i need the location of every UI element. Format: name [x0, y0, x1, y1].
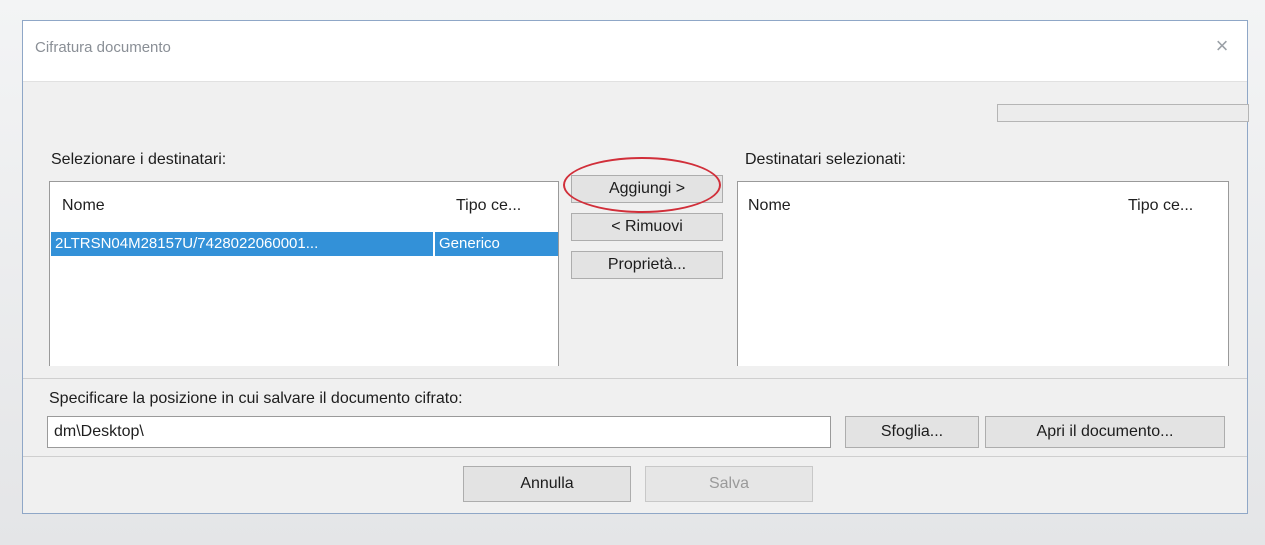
column-name-header[interactable]: Nome: [748, 197, 791, 215]
progress-area: [23, 81, 1249, 132]
section-divider: [23, 378, 1247, 379]
close-icon[interactable]: ×: [1211, 35, 1233, 57]
section-divider: [23, 456, 1247, 457]
properties-button[interactable]: Proprietà...: [571, 251, 723, 279]
open-document-button[interactable]: Apri il documento...: [985, 416, 1225, 448]
save-path-input[interactable]: dm\Desktop\: [47, 416, 831, 448]
selected-recipients-list[interactable]: Nome Tipo ce...: [737, 181, 1229, 369]
available-recipients-list[interactable]: Nome Tipo ce... 2LTRSN04M28157U/74280220…: [49, 181, 559, 369]
cancel-button[interactable]: Annulla: [463, 466, 631, 502]
column-type-header[interactable]: Tipo ce...: [1128, 197, 1193, 215]
window-title: Cifratura documento: [35, 39, 171, 56]
list-header: Nome Tipo ce...: [738, 182, 1228, 230]
left-panel-label: Selezionare i destinatari:: [51, 151, 227, 168]
recipients-section: Selezionare i destinatari: Nome Tipo ce.…: [23, 131, 1247, 369]
recipient-name-cell[interactable]: 2LTRSN04M28157U/7428022060001...: [51, 232, 433, 256]
recipient-type-cell[interactable]: Generico: [435, 232, 558, 256]
save-location-section: Specificare la posizione in cui salvare …: [23, 366, 1247, 513]
title-bar: Cifratura documento ×: [23, 21, 1247, 81]
table-row[interactable]: 2LTRSN04M28157U/7428022060001... Generic…: [51, 232, 558, 256]
column-name-header[interactable]: Nome: [62, 197, 105, 215]
progress-bar: [997, 104, 1249, 122]
right-panel-label: Destinatari selezionati:: [745, 151, 906, 168]
add-button[interactable]: Aggiungi >: [571, 175, 723, 203]
list-header: Nome Tipo ce...: [50, 182, 558, 230]
remove-button[interactable]: < Rimuovi: [571, 213, 723, 241]
encryption-dialog: Cifratura documento × Selezionare i dest…: [22, 20, 1249, 514]
save-location-label: Specificare la posizione in cui salvare …: [49, 390, 463, 407]
browse-button[interactable]: Sfoglia...: [845, 416, 979, 448]
save-button: Salva: [645, 466, 813, 502]
column-type-header[interactable]: Tipo ce...: [456, 197, 521, 215]
